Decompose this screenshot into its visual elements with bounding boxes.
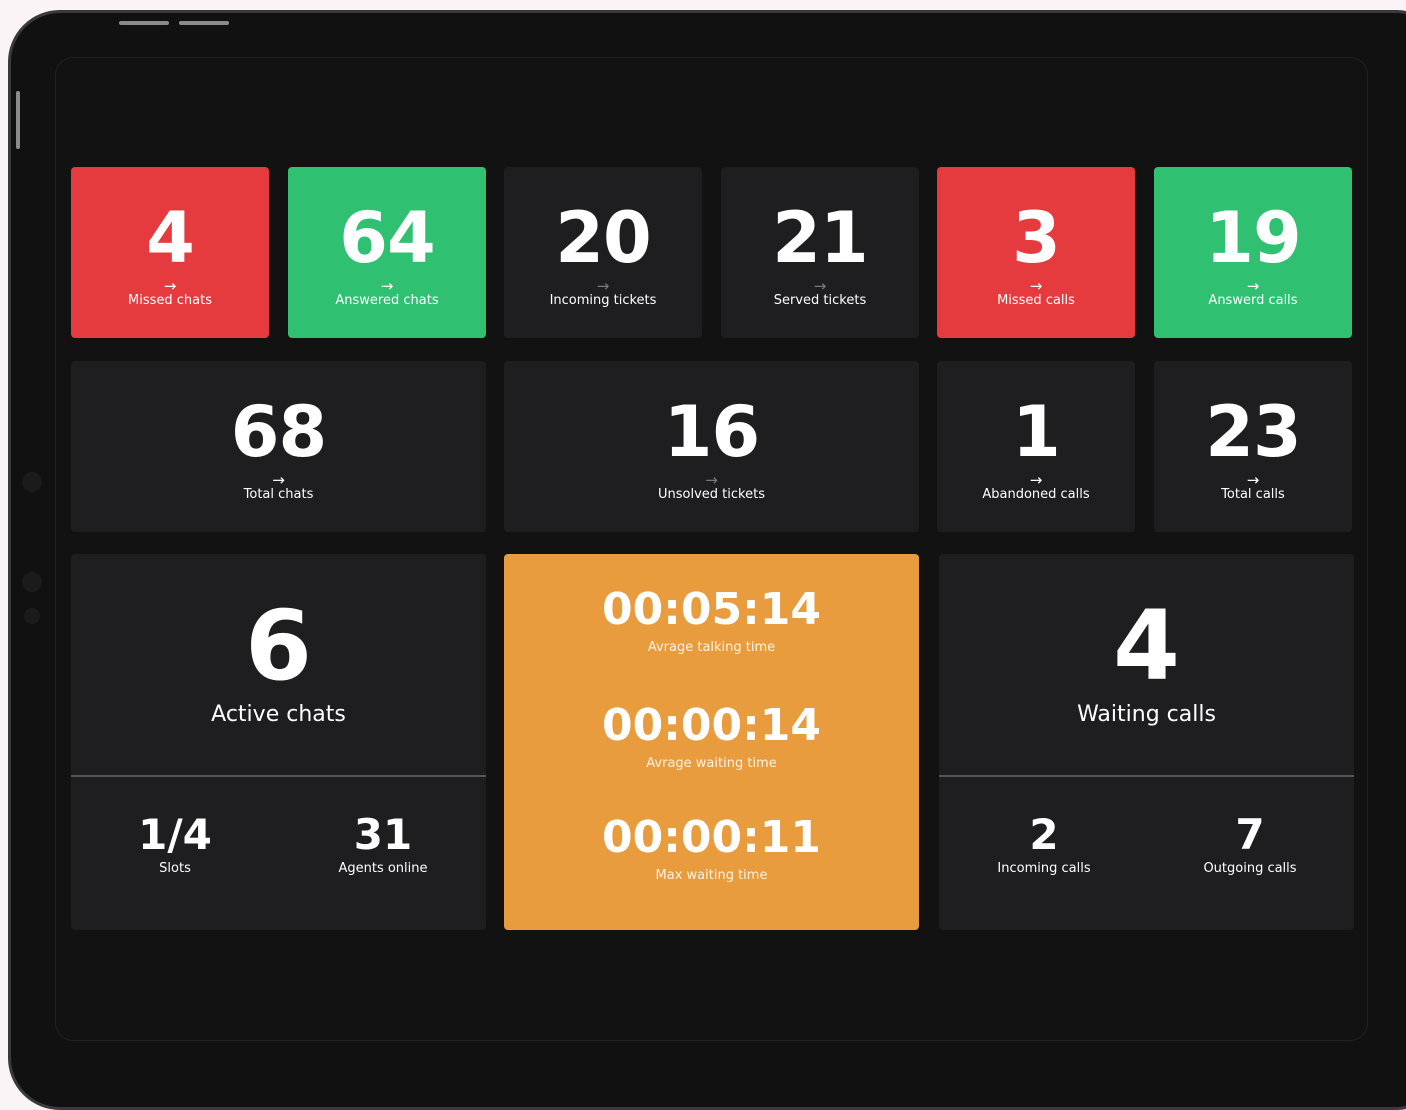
missed-calls-value: 3 xyxy=(1012,197,1061,279)
volume-down-button xyxy=(179,21,229,25)
served-tickets-tile[interactable]: 21 → Served tickets xyxy=(721,167,919,338)
max-waiting-time-value: 00:00:11 xyxy=(602,812,821,863)
volume-up-button xyxy=(119,21,169,25)
missed-chats-tile[interactable]: 4 → Missed chats xyxy=(71,167,269,338)
power-button xyxy=(16,91,20,149)
incoming-calls-stat: 2 Incoming calls xyxy=(954,812,1134,878)
camera-dot xyxy=(22,572,42,592)
right-arrow-icon: → xyxy=(1246,471,1260,489)
total-calls-label: Total calls xyxy=(1221,487,1285,502)
unsolved-tickets-tile[interactable]: 16 → Unsolved tickets xyxy=(504,361,919,532)
answered-chats-value: 64 xyxy=(339,197,435,279)
avg-waiting-time-label: Avrage waiting time xyxy=(646,756,777,771)
answered-chats-label: Answered chats xyxy=(335,293,439,308)
agents-online-label: Agents online xyxy=(338,861,428,876)
total-calls-tile[interactable]: 23 → Total calls xyxy=(1154,361,1352,532)
right-arrow-icon: → xyxy=(1029,277,1043,295)
max-waiting-time-label: Max waiting time xyxy=(655,868,768,883)
incoming-tickets-label: Incoming tickets xyxy=(549,293,657,308)
camera-dot xyxy=(24,608,40,624)
unsolved-tickets-label: Unsolved tickets xyxy=(658,487,765,502)
avg-talking-time-label: Avrage talking time xyxy=(647,640,776,655)
incoming-tickets-tile[interactable]: 20 → Incoming tickets xyxy=(504,167,702,338)
avg-waiting-time: 00:00:14 Avrage waiting time xyxy=(504,702,919,772)
right-arrow-icon: → xyxy=(813,277,827,295)
outgoing-calls-value: 7 xyxy=(1235,810,1265,859)
answered-calls-value: 19 xyxy=(1205,197,1301,279)
waiting-calls-panel: 4 Waiting calls 2 Incoming calls 7 Outgo… xyxy=(939,554,1354,930)
total-chats-tile[interactable]: 68 → Total chats xyxy=(71,361,486,532)
agents-online-stat: 31 Agents online xyxy=(293,812,473,878)
right-arrow-icon: → xyxy=(380,277,394,295)
active-chats-panel: 6 Active chats 1/4 Slots 31 Agents onlin… xyxy=(71,554,486,930)
unsolved-tickets-value: 16 xyxy=(663,391,760,473)
incoming-calls-label: Incoming calls xyxy=(997,861,1091,876)
served-tickets-value: 21 xyxy=(772,197,868,279)
missed-chats-value: 4 xyxy=(146,197,195,279)
right-arrow-icon: → xyxy=(705,471,718,489)
slots-label: Slots xyxy=(159,861,191,876)
outgoing-calls-label: Outgoing calls xyxy=(1203,861,1297,876)
avg-waiting-time-value: 00:00:14 xyxy=(602,700,821,751)
divider xyxy=(939,775,1354,777)
served-tickets-label: Served tickets xyxy=(773,293,867,308)
abandoned-calls-label: Abandoned calls xyxy=(982,487,1090,502)
missed-calls-tile[interactable]: 3 → Missed calls xyxy=(937,167,1135,338)
answered-calls-tile[interactable]: 19 → Answerd calls xyxy=(1154,167,1352,338)
waiting-calls-label: Waiting calls xyxy=(1077,702,1216,727)
missed-calls-label: Missed calls xyxy=(997,293,1075,308)
right-arrow-icon: → xyxy=(272,471,285,489)
right-arrow-icon: → xyxy=(163,277,177,295)
answered-chats-tile[interactable]: 64 → Answered chats xyxy=(288,167,486,338)
abandoned-calls-tile[interactable]: 1 → Abandoned calls xyxy=(937,361,1135,532)
right-arrow-icon: → xyxy=(596,277,610,295)
active-chats-value: 6 xyxy=(245,590,312,702)
slots-value: 1/4 xyxy=(138,810,212,859)
camera-dot xyxy=(22,472,42,492)
max-waiting-time: 00:00:11 Max waiting time xyxy=(504,814,919,884)
total-chats-value: 68 xyxy=(230,391,327,473)
avg-talking-time-value: 00:05:14 xyxy=(602,584,821,635)
incoming-calls-value: 2 xyxy=(1029,810,1059,859)
outgoing-calls-stat: 7 Outgoing calls xyxy=(1160,812,1340,878)
missed-chats-label: Missed chats xyxy=(128,293,212,308)
total-chats-label: Total chats xyxy=(243,487,314,502)
times-panel: 00:05:14 Avrage talking time 00:00:14 Av… xyxy=(504,554,919,930)
avg-talking-time: 00:05:14 Avrage talking time xyxy=(504,586,919,656)
right-arrow-icon: → xyxy=(1029,471,1043,489)
slots-stat: 1/4 Slots xyxy=(85,812,265,878)
divider xyxy=(71,775,486,777)
answered-calls-label: Answerd calls xyxy=(1208,293,1298,308)
right-arrow-icon: → xyxy=(1246,277,1260,295)
waiting-calls-value: 4 xyxy=(1113,590,1180,702)
incoming-tickets-value: 20 xyxy=(555,197,651,279)
active-chats-label: Active chats xyxy=(211,702,346,727)
total-calls-value: 23 xyxy=(1205,391,1301,473)
agents-online-value: 31 xyxy=(353,810,413,859)
abandoned-calls-value: 1 xyxy=(1012,391,1061,473)
